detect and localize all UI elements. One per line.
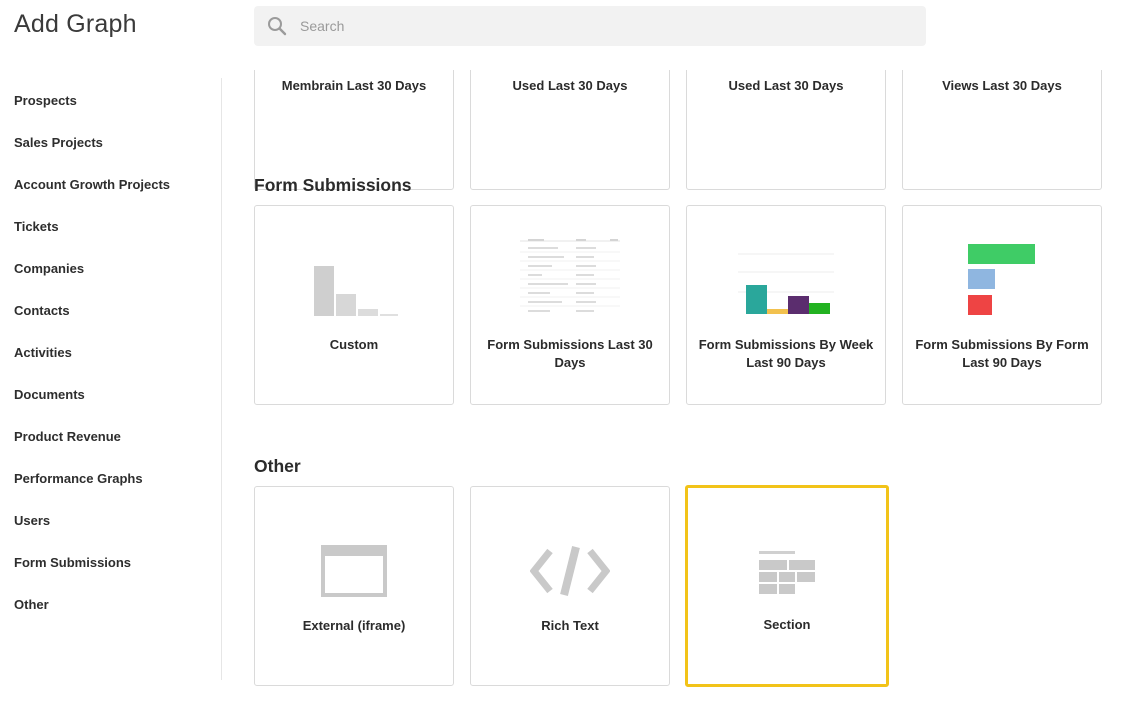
graph-card[interactable]: Used Last 30 Days [686,70,886,190]
sidebar-item-contacts[interactable]: Contacts [14,303,70,318]
graph-card-section[interactable]: Section [685,485,889,687]
graph-card-label: Used Last 30 Days [512,78,628,93]
horizontal-bar-chart-icon [903,242,1101,316]
search-icon [266,15,288,37]
graph-card-rich-text[interactable]: Rich Text [470,486,670,686]
sidebar-item-form-submissions[interactable]: Form Submissions [14,555,131,570]
graph-card-label: Form Submissions By Form Last 90 Days [915,337,1089,370]
graph-card-label: Form Submissions By Week Last 90 Days [698,337,874,370]
graph-gallery[interactable]: Membrain Last 30 Days · Used Last 30 Day… [238,70,1138,715]
graph-card-form-submissions-by-week[interactable]: Form Submissions By Week Last 90 Days [686,205,886,405]
graph-card-label: Form Submissions Last 30 Days [487,337,653,370]
browser-window-icon [255,523,453,597]
sidebar-item-tickets[interactable]: Tickets [14,219,59,234]
search-bar[interactable] [254,6,926,46]
section-title-other: Other [254,456,301,476]
graph-card-external-iframe[interactable]: External (iframe) [254,486,454,686]
graph-card-label: Section [763,617,811,632]
sidebar-item-prospects[interactable]: Prospects [14,93,77,108]
section-layout-icon [688,522,886,596]
sidebar-item-sales-projects[interactable]: Sales Projects [14,135,103,150]
graph-card[interactable]: Membrain Last 30 Days [254,70,454,190]
sidebar-item-companies[interactable]: Companies [14,261,84,276]
bar-chart-icon [255,242,453,316]
graph-card-label: External (iframe) [302,618,406,633]
sidebar-item-documents[interactable]: Documents [14,387,85,402]
graph-card-label: Membrain Last 30 Days [281,78,427,93]
section-title-form-submissions: Form Submissions [254,175,412,195]
search-input[interactable] [298,17,862,35]
column-chart-icon [687,242,885,316]
graph-card-label: Views Last 30 Days [942,78,1062,93]
graph-card[interactable]: Views Last 30 Days [902,70,1102,190]
graph-card[interactable]: · Used Last 30 Days [470,70,670,190]
sidebar: Prospects Sales Projects Account Growth … [0,78,222,680]
sidebar-item-activities[interactable]: Activities [14,345,72,360]
graph-card-label: Custom [329,337,379,352]
sidebar-item-other[interactable]: Other [14,597,49,612]
sidebar-item-product-revenue[interactable]: Product Revenue [14,429,121,444]
graph-card-form-submissions-by-form[interactable]: Form Submissions By Form Last 90 Days [902,205,1102,405]
graph-card-label: Rich Text [541,618,599,633]
sidebar-item-account-growth-projects[interactable]: Account Growth Projects [14,177,170,192]
graph-card-form-submissions-last-30-days[interactable]: Form Submissions Last 30 Days [470,205,670,405]
sidebar-item-performance-graphs[interactable]: Performance Graphs [14,471,143,486]
graph-card-custom[interactable]: Custom [254,205,454,405]
page-title: Add Graph [14,10,137,38]
graph-card-label: Used Last 30 Days [728,78,844,93]
code-icon [471,523,669,597]
sidebar-item-users[interactable]: Users [14,513,50,528]
table-preview-icon [471,239,669,314]
